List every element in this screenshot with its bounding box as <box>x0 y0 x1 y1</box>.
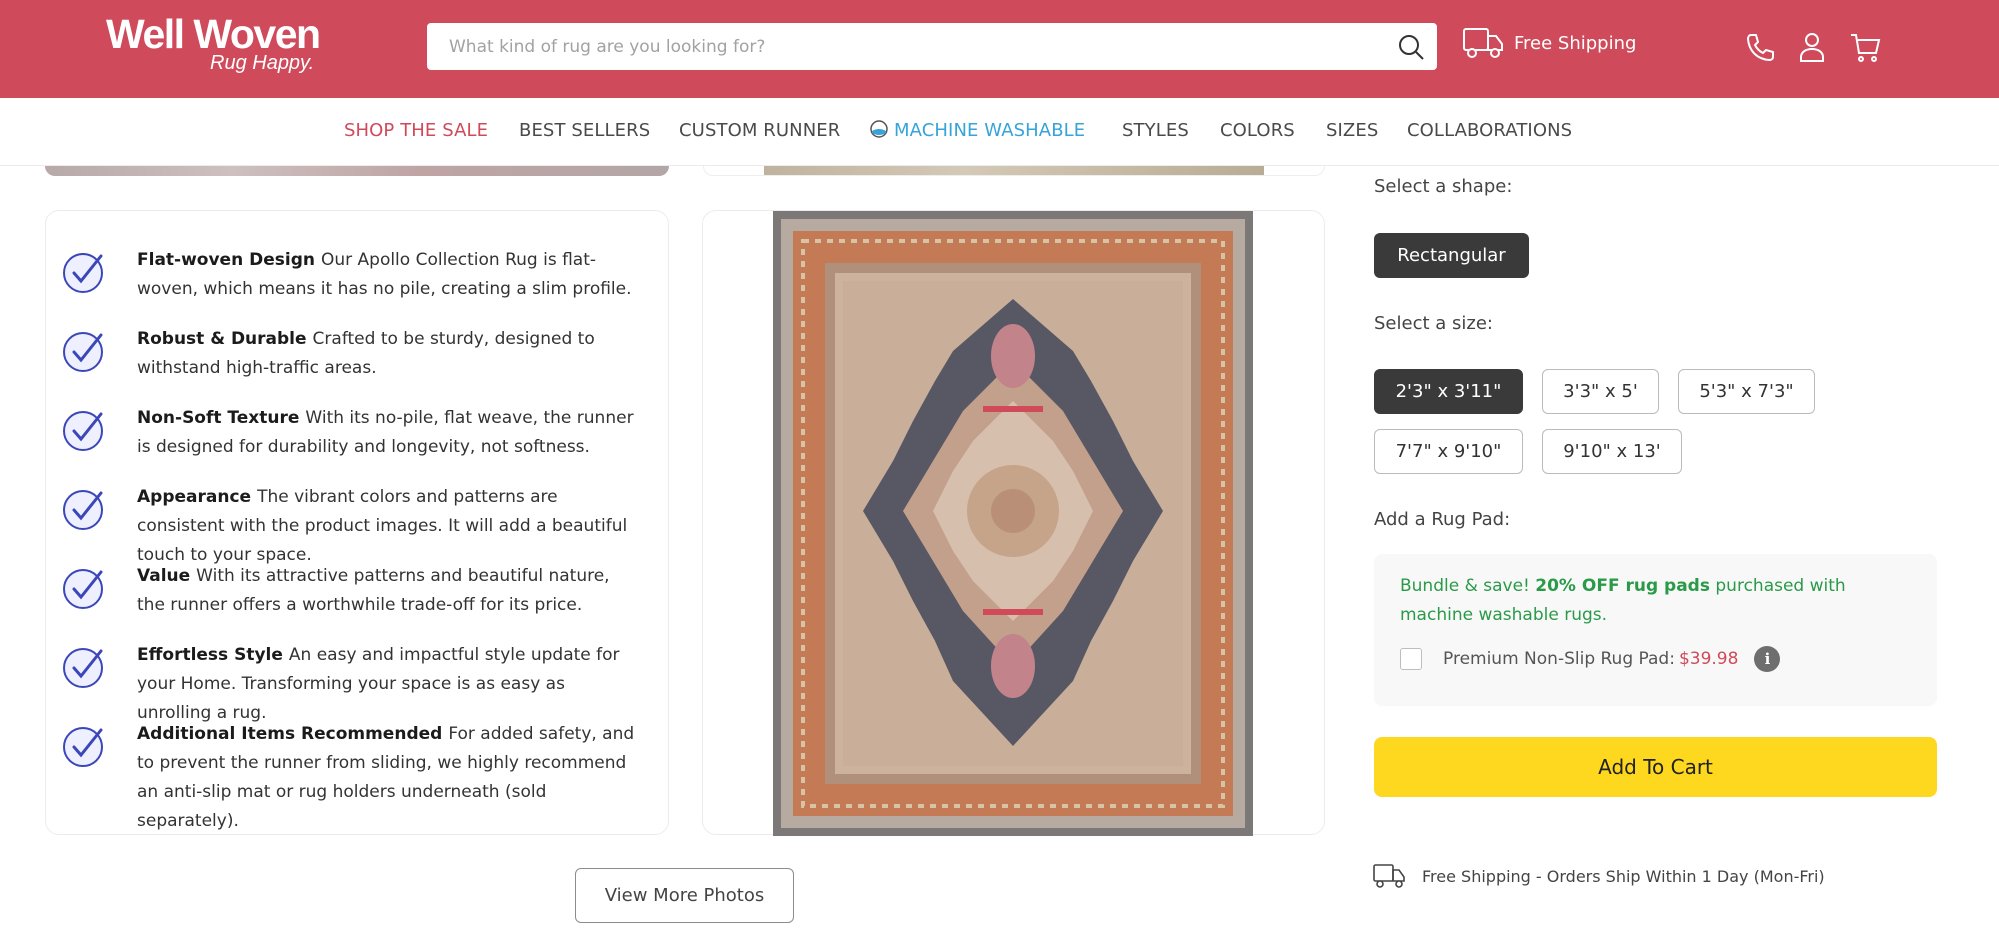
gallery-image-partial[interactable] <box>703 166 1325 176</box>
size-option[interactable]: 2'3" x 3'11" <box>1374 369 1523 414</box>
rug-pad-price: $39.98 <box>1678 649 1739 669</box>
rug-pad-checkbox[interactable] <box>1400 648 1422 670</box>
brand-name: Well Woven <box>106 11 321 57</box>
shape-option-rectangular[interactable]: Rectangular <box>1374 233 1529 278</box>
product-image-card[interactable] <box>702 210 1325 836</box>
free-shipping-link[interactable]: Free Shipping <box>1462 26 1636 60</box>
checkmark-circle-icon <box>63 569 103 609</box>
nav-item-sizes[interactable]: SIZES <box>1326 120 1378 141</box>
checkmark-circle-icon <box>63 253 103 293</box>
nav-item-machine-washable[interactable]: MACHINE WASHABLE <box>870 120 1085 141</box>
checkmark-circle-icon <box>63 490 103 530</box>
brand-logo[interactable]: Well Woven Rug Happy. <box>106 11 321 74</box>
rug-pad-item-label: Premium Non-Slip Rug Pad: <box>1443 649 1675 669</box>
size-option[interactable]: 5'3" x 7'3" <box>1678 369 1815 414</box>
nav-item-label: MACHINE WASHABLE <box>894 120 1086 141</box>
rug-pad-label: Add a Rug Pad: <box>1374 509 1511 530</box>
rug-pad-option: Premium Non-Slip Rug Pad: $39.98 i <box>1400 646 1781 672</box>
rug-product-image <box>773 211 1253 836</box>
size-option[interactable]: 9'10" x 13' <box>1542 429 1682 474</box>
nav-item-styles[interactable]: STYLES <box>1122 120 1189 141</box>
nav-item-shop-the-sale[interactable]: SHOP THE SALE <box>344 120 488 141</box>
nav-item-custom-runner[interactable]: CUSTOM RUNNER <box>679 120 840 141</box>
cart-icon[interactable] <box>1849 31 1881 63</box>
feature-title: Flat-woven Design <box>137 250 315 270</box>
globe-icon <box>870 120 888 138</box>
info-icon[interactable]: i <box>1754 646 1781 672</box>
truck-icon <box>1463 28 1503 58</box>
feature-text: With its attractive patterns and beautif… <box>137 566 610 615</box>
free-shipping-label: Free Shipping <box>1514 32 1637 54</box>
checkmark-circle-icon <box>63 727 103 767</box>
checkmark-circle-icon <box>63 411 103 451</box>
site-header: Well Woven Rug Happy. Free Shipping <box>0 0 1999 98</box>
feature-title: Value <box>137 566 191 586</box>
feature-list-card: Flat-woven Design Our Apollo Collection R… <box>45 210 669 835</box>
promo-discount: 20% OFF rug pads <box>1535 576 1710 596</box>
shipping-note: Free Shipping - Orders Ship Within 1 Day… <box>1372 862 1825 890</box>
rug-pad-box: Bundle & save! 20% OFF rug pads purchase… <box>1374 554 1937 706</box>
search-icon[interactable] <box>1397 33 1425 61</box>
gallery-image-partial[interactable] <box>45 166 669 176</box>
size-option[interactable]: 7'7" x 9'10" <box>1374 429 1523 474</box>
feature-title: Non-Soft Texture <box>137 408 300 428</box>
checkmark-circle-icon <box>63 332 103 372</box>
user-icon[interactable] <box>1796 31 1828 63</box>
search-bar <box>427 23 1437 70</box>
feature-title: Appearance <box>137 487 252 507</box>
rug-pad-promo: Bundle & save! 20% OFF rug pads purchase… <box>1400 572 1920 630</box>
add-to-cart-button[interactable]: Add To Cart <box>1374 737 1937 797</box>
nav-item-collaborations[interactable]: COLLABORATIONS <box>1407 120 1572 141</box>
main-nav: SHOP THE SALE BEST SELLERS CUSTOM RUNNER… <box>0 98 1999 166</box>
nav-item-best-sellers[interactable]: BEST SELLERS <box>519 120 650 141</box>
feature-title: Effortless Style <box>137 645 283 665</box>
truck-icon <box>1373 864 1405 888</box>
nav-item-colors[interactable]: COLORS <box>1220 120 1295 141</box>
shipping-note-text: Free Shipping - Orders Ship Within 1 Day… <box>1422 866 1825 886</box>
search-input[interactable] <box>449 35 1349 59</box>
promo-prefix: Bundle & save! <box>1400 576 1536 596</box>
feature-title: Additional Items Recommended <box>137 724 443 744</box>
brand-tagline: Rug Happy. <box>210 52 315 74</box>
feature-title: Robust & Durable <box>137 329 307 349</box>
checkmark-circle-icon <box>63 648 103 688</box>
view-more-photos-button[interactable]: View More Photos <box>575 868 794 923</box>
shape-label: Select a shape: <box>1374 176 1513 197</box>
size-option[interactable]: 3'3" x 5' <box>1542 369 1659 414</box>
phone-icon[interactable] <box>1743 31 1775 63</box>
size-label: Select a size: <box>1374 313 1493 334</box>
